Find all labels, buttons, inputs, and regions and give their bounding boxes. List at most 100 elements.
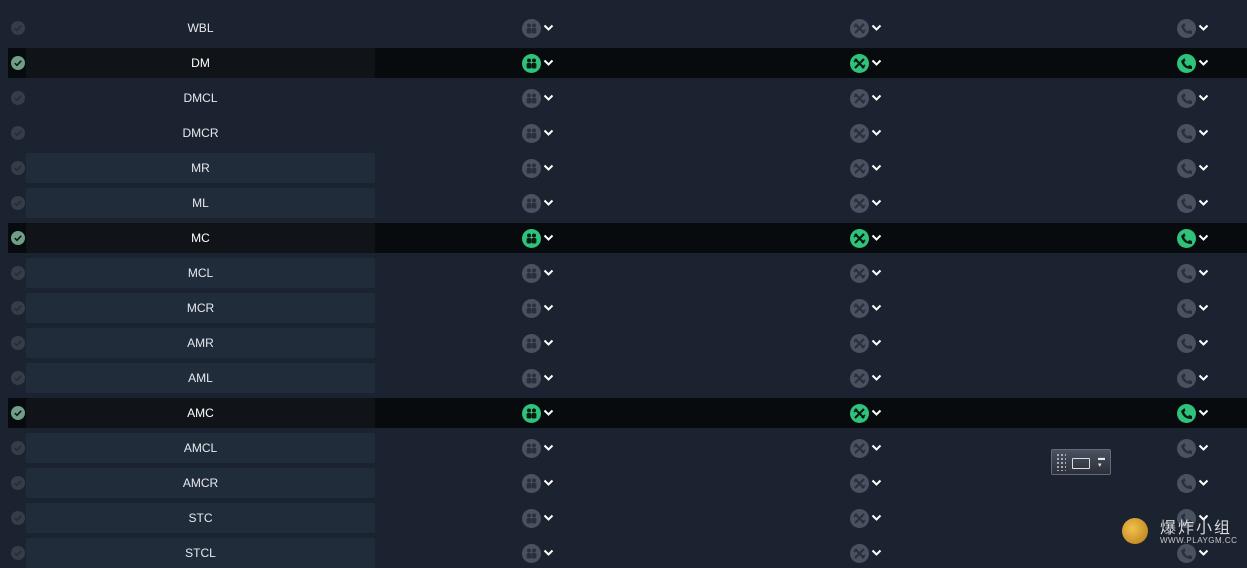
chevron-down-icon[interactable] [869, 304, 882, 312]
chevron-down-icon[interactable] [1196, 234, 1209, 242]
instruction-dropdown[interactable] [1177, 473, 1217, 493]
position-row[interactable]: DMCR [8, 118, 1247, 148]
team-role-dropdown[interactable] [522, 333, 562, 353]
team-role-dropdown[interactable] [522, 158, 562, 178]
instruction-dropdown[interactable] [1177, 53, 1217, 73]
instruction-dropdown[interactable] [1177, 333, 1217, 353]
position-row[interactable]: MR [8, 153, 1247, 183]
chevron-down-icon[interactable] [869, 514, 882, 522]
chevron-down-icon[interactable] [541, 199, 554, 207]
chevron-down-icon[interactable] [541, 374, 554, 382]
duty-dropdown[interactable] [850, 228, 890, 248]
chevron-down-icon[interactable] [541, 304, 554, 312]
chevron-down-icon[interactable] [1196, 339, 1209, 347]
team-role-dropdown[interactable] [522, 473, 562, 493]
chevron-down-icon[interactable] [869, 24, 882, 32]
chevron-down-icon[interactable] [1196, 479, 1209, 487]
team-role-dropdown[interactable] [522, 368, 562, 388]
chevron-down-icon[interactable] [541, 514, 554, 522]
chevron-down-icon[interactable] [541, 549, 554, 557]
team-role-dropdown[interactable] [522, 228, 562, 248]
chevron-down-icon[interactable] [541, 94, 554, 102]
chevron-down-icon[interactable] [1196, 59, 1209, 67]
position-row[interactable]: WBL [8, 13, 1247, 43]
team-role-dropdown[interactable] [522, 298, 562, 318]
instruction-dropdown[interactable] [1177, 263, 1217, 283]
instruction-dropdown[interactable] [1177, 88, 1217, 108]
chevron-down-icon[interactable] [869, 59, 882, 67]
team-role-dropdown[interactable] [522, 88, 562, 108]
duty-dropdown[interactable] [850, 473, 890, 493]
instruction-dropdown[interactable] [1177, 403, 1217, 423]
position-row[interactable]: MCL [8, 258, 1247, 288]
position-row[interactable]: STC [8, 503, 1247, 533]
chevron-down-icon[interactable] [1196, 164, 1209, 172]
duty-dropdown[interactable] [850, 508, 890, 528]
chevron-down-icon[interactable] [541, 479, 554, 487]
chevron-down-icon[interactable] [869, 374, 882, 382]
chevron-down-icon[interactable] [869, 479, 882, 487]
chevron-down-icon[interactable] [869, 129, 882, 137]
position-row[interactable]: AMR [8, 328, 1247, 358]
instruction-dropdown[interactable] [1177, 228, 1217, 248]
team-role-dropdown[interactable] [522, 193, 562, 213]
duty-dropdown[interactable] [850, 18, 890, 38]
team-role-dropdown[interactable] [522, 263, 562, 283]
chevron-down-icon[interactable] [541, 164, 554, 172]
position-row[interactable]: AMC [8, 398, 1247, 428]
position-row[interactable]: STCL [8, 538, 1247, 568]
drag-handle-icon[interactable] [1056, 453, 1066, 471]
team-role-dropdown[interactable] [522, 53, 562, 73]
chevron-down-icon[interactable] [541, 59, 554, 67]
position-row[interactable]: DM [8, 48, 1247, 78]
instruction-dropdown[interactable] [1177, 438, 1217, 458]
up-down-arrows-icon[interactable]: ▬ ▾ [1098, 455, 1105, 469]
duty-dropdown[interactable] [850, 438, 890, 458]
chevron-down-icon[interactable] [1196, 129, 1209, 137]
instruction-dropdown[interactable] [1177, 193, 1217, 213]
duty-dropdown[interactable] [850, 53, 890, 73]
duty-dropdown[interactable] [850, 158, 890, 178]
duty-dropdown[interactable] [850, 263, 890, 283]
team-role-dropdown[interactable] [522, 18, 562, 38]
duty-dropdown[interactable] [850, 298, 890, 318]
keyboard-input-widget[interactable]: ▬ ▾ [1051, 449, 1111, 475]
duty-dropdown[interactable] [850, 543, 890, 563]
position-row[interactable]: MCR [8, 293, 1247, 323]
chevron-down-icon[interactable] [1196, 409, 1209, 417]
chevron-down-icon[interactable] [1196, 374, 1209, 382]
position-row[interactable]: ML [8, 188, 1247, 218]
chevron-down-icon[interactable] [1196, 269, 1209, 277]
duty-dropdown[interactable] [850, 88, 890, 108]
chevron-down-icon[interactable] [869, 269, 882, 277]
chevron-down-icon[interactable] [541, 269, 554, 277]
instruction-dropdown[interactable] [1177, 123, 1217, 143]
chevron-down-icon[interactable] [541, 129, 554, 137]
chevron-down-icon[interactable] [869, 444, 882, 452]
team-role-dropdown[interactable] [522, 123, 562, 143]
team-role-dropdown[interactable] [522, 403, 562, 423]
chevron-down-icon[interactable] [541, 339, 554, 347]
instruction-dropdown[interactable] [1177, 158, 1217, 178]
team-role-dropdown[interactable] [522, 508, 562, 528]
chevron-down-icon[interactable] [1196, 199, 1209, 207]
chevron-down-icon[interactable] [869, 164, 882, 172]
duty-dropdown[interactable] [850, 403, 890, 423]
chevron-down-icon[interactable] [541, 409, 554, 417]
chevron-down-icon[interactable] [869, 234, 882, 242]
instruction-dropdown[interactable] [1177, 368, 1217, 388]
instruction-dropdown[interactable] [1177, 298, 1217, 318]
chevron-down-icon[interactable] [869, 409, 882, 417]
position-row[interactable]: DMCL [8, 83, 1247, 113]
chevron-down-icon[interactable] [869, 339, 882, 347]
chevron-down-icon[interactable] [541, 24, 554, 32]
team-role-dropdown[interactable] [522, 438, 562, 458]
position-row[interactable]: AML [8, 363, 1247, 393]
chevron-down-icon[interactable] [1196, 444, 1209, 452]
chevron-down-icon[interactable] [541, 444, 554, 452]
chevron-down-icon[interactable] [1196, 24, 1209, 32]
chevron-down-icon[interactable] [1196, 94, 1209, 102]
chevron-down-icon[interactable] [869, 549, 882, 557]
chevron-down-icon[interactable] [869, 94, 882, 102]
chevron-down-icon[interactable] [541, 234, 554, 242]
